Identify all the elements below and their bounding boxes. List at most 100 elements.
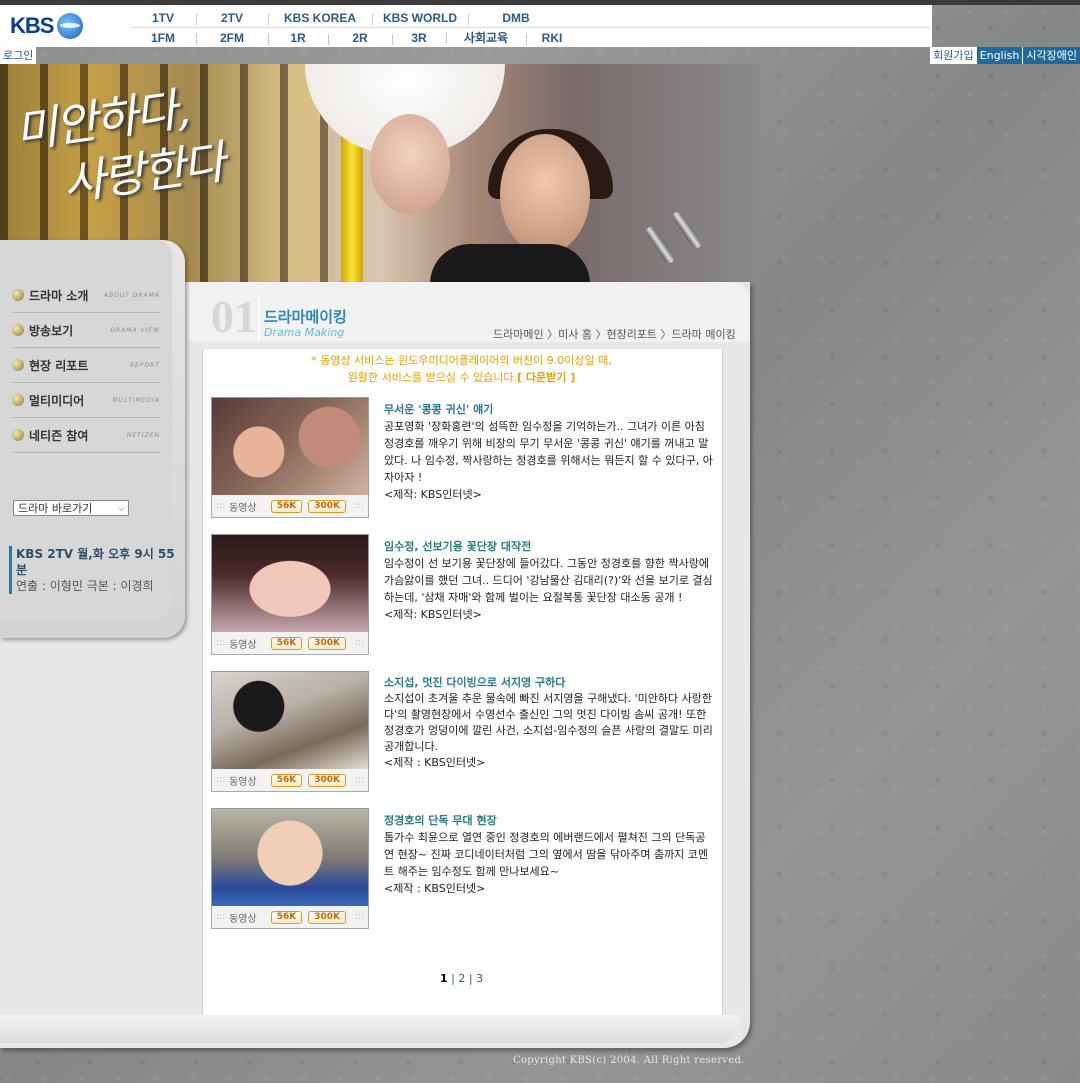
video-thumbnail[interactable] xyxy=(211,671,369,771)
page-3[interactable]: 3 xyxy=(476,972,483,985)
nav-1r[interactable]: 1R xyxy=(268,31,328,45)
banner-actor xyxy=(500,134,590,254)
nav-social-edu[interactable]: 사회교육 xyxy=(446,29,526,46)
article-credit: <제작: KBS인터넷> xyxy=(384,608,482,621)
article-body: 공포영화 '장화홍련'의 섬뜩한 임수정을 기억하는가.. 그녀가 이른 아침 … xyxy=(384,420,713,484)
article-title[interactable]: 임수정, 선보기용 꽃단장 대작전 xyxy=(384,538,714,555)
sidebar-item-label: 현장 리포트 xyxy=(29,358,89,373)
grip-icon: ::: xyxy=(216,501,226,511)
video-thumbnail[interactable] xyxy=(211,397,369,497)
page-2[interactable]: 2 xyxy=(458,972,465,985)
content-footer xyxy=(0,1015,740,1043)
grip-icon: ::: xyxy=(216,775,226,785)
drama-shortcut-select[interactable]: 드라마 바로가기 ⌵ xyxy=(13,500,129,516)
article-text: 무서운 '콩콩 귀신' 얘기 공포영화 '장화홍련'의 섬뜩한 임수정을 기억하… xyxy=(384,401,714,503)
grip-icon: ::: xyxy=(216,638,226,648)
grip-icon: ::: xyxy=(354,775,364,785)
util-links: 회원가입 English 시각장애인 xyxy=(930,47,1080,64)
nav-rki[interactable]: RKI xyxy=(526,31,578,45)
article-title[interactable]: 소지섭, 멋진 다이빙으로 서지영 구하다 xyxy=(384,675,714,691)
nav-dmb[interactable]: DMB xyxy=(468,11,564,25)
sidebar-item-en: NETIZEN xyxy=(126,431,160,439)
sidebar-item-view[interactable]: 방송보기 DRAMA VIEW xyxy=(12,313,160,348)
grip-icon: ::: xyxy=(216,912,226,922)
play-56k-button[interactable]: 56K xyxy=(270,773,303,787)
video-bar: ::: 동영상 56K 300K ::: xyxy=(211,906,369,929)
nav-kbs-world[interactable]: KBS WORLD xyxy=(372,11,468,25)
page-separator: | xyxy=(468,972,473,985)
nav-2r[interactable]: 2R xyxy=(328,31,392,45)
channel-nav-row-1: 1TV 2TV KBS KOREA KBS WORLD DMB xyxy=(130,8,930,28)
video-label: 동영상 xyxy=(229,502,257,514)
nav-2fm[interactable]: 2FM xyxy=(196,31,268,45)
nav-1tv[interactable]: 1TV xyxy=(130,11,196,25)
air-time: KBS 2TV 월,화 오후 9시 55분 xyxy=(16,547,175,577)
sidebar-item-en: MULTIMEDIA xyxy=(112,396,160,404)
notice-line-2: 원활한 서비스를 받으실 수 있습니다. xyxy=(347,371,518,384)
banner-scarf xyxy=(430,244,590,284)
accessibility-link[interactable]: 시각장애인 xyxy=(1022,47,1080,64)
bullet-dot-icon xyxy=(12,289,24,301)
page-separator: | xyxy=(451,972,455,985)
play-300k-button[interactable]: 300K xyxy=(308,910,346,924)
bullet-icon xyxy=(670,209,704,251)
article-title[interactable]: 무서운 '콩콩 귀신' 얘기 xyxy=(384,401,714,418)
banner-actress xyxy=(370,114,450,214)
english-link[interactable]: English xyxy=(976,47,1023,64)
article-credit: <제작: KBS인터넷> xyxy=(384,488,482,501)
play-300k-button[interactable]: 300K xyxy=(308,773,346,787)
login-link[interactable]: 로그인 xyxy=(0,47,37,64)
nav-3r[interactable]: 3R xyxy=(392,31,446,45)
grip-icon: ::: xyxy=(354,912,364,922)
article-credit: <제작 : KBS인터넷> xyxy=(384,882,486,895)
section-subtitle: Drama Making xyxy=(264,326,345,339)
sidebar-item-about[interactable]: 드라마 소개 ABOUT DRAMA xyxy=(12,278,160,313)
bullet-dot-icon xyxy=(12,429,24,441)
video-label: 동영상 xyxy=(229,913,257,925)
sidebar-item-label: 네티즌 참여 xyxy=(29,428,89,443)
page-1[interactable]: 1 xyxy=(440,972,448,985)
grip-icon: ::: xyxy=(354,638,364,648)
article-text: 정경호의 단독 무대 현장 톱가수 최윤으로 열연 중인 정경호의 에버랜드에서… xyxy=(384,812,714,897)
chevron-down-icon: ⌵ xyxy=(118,504,125,514)
notice-line-1: * 동영상 서비스는 윈도우미디어플레이어의 버전이 9.0이상일 때, xyxy=(311,354,612,367)
join-link[interactable]: 회원가입 xyxy=(930,47,977,64)
nav-2tv[interactable]: 2TV xyxy=(196,11,268,25)
video-label: 동영상 xyxy=(229,776,257,788)
play-56k-button[interactable]: 56K xyxy=(270,499,303,513)
bullet-dot-icon xyxy=(12,394,24,406)
player-notice: * 동영상 서비스는 윈도우미디어플레이어의 버전이 9.0이상일 때, 원활한… xyxy=(202,352,721,386)
sidebar-item-netizen[interactable]: 네티즌 참여 NETIZEN xyxy=(12,418,160,453)
play-56k-button[interactable]: 56K xyxy=(270,636,303,650)
breadcrumb[interactable]: 드라마메인 〉미사 홈 〉현장리포트 〉드라마 메이킹 xyxy=(493,326,736,342)
sidebar-item-multimedia[interactable]: 멀티미디어 MULTIMEDIA xyxy=(12,383,160,418)
video-label: 동영상 xyxy=(229,639,257,651)
sidebar-item-en: ABOUT DRAMA xyxy=(103,291,160,299)
sidebar-item-label: 방송보기 xyxy=(29,323,74,338)
nav-1fm[interactable]: 1FM xyxy=(130,31,196,45)
video-bar: ::: 동영상 56K 300K ::: xyxy=(211,495,369,518)
logo-text: KBS xyxy=(10,13,54,38)
video-thumbnail[interactable] xyxy=(211,534,369,634)
article-body: 임수정이 선 보기용 꽃단장에 들어갔다. 그동안 정경호를 향한 짝사랑에 가… xyxy=(384,557,713,604)
select-value: 드라마 바로가기 xyxy=(18,502,93,515)
sidebar-item-report[interactable]: 현장 리포트 REPORT xyxy=(12,348,160,383)
article-text: 임수정, 선보기용 꽃단장 대작전 임수정이 선 보기용 꽃단장에 들어갔다. … xyxy=(384,538,714,623)
channel-nav-row-2: 1FM 2FM 1R 2R 3R 사회교육 RKI xyxy=(130,28,930,47)
play-300k-button[interactable]: 300K xyxy=(308,499,346,513)
kbs-logo[interactable]: KBS xyxy=(10,10,100,42)
download-link[interactable]: [ 다운받기 ] xyxy=(517,371,575,384)
play-56k-button[interactable]: 56K xyxy=(270,910,303,924)
play-300k-button[interactable]: 300K xyxy=(308,636,346,650)
bullet-dot-icon xyxy=(12,359,24,371)
copyright: Copyright KBS(c) 2004. All Right reserve… xyxy=(513,1055,745,1066)
video-bar: ::: 동영상 56K 300K ::: xyxy=(211,769,369,792)
sidebar-item-label: 멀티미디어 xyxy=(29,393,85,408)
article-body: 소지섭이 초겨울 추운 물속에 빠진 서지영을 구해냈다. '미안하다 사랑한다… xyxy=(384,692,713,753)
article-title[interactable]: 정경호의 단독 무대 현장 xyxy=(384,812,714,829)
article-body: 톱가수 최윤으로 열연 중인 정경호의 에버랜드에서 펼쳐진 그의 단독공연 현… xyxy=(384,831,709,878)
video-thumbnail[interactable] xyxy=(211,808,369,908)
bullet-icon xyxy=(643,224,677,266)
article-credit: <제작 : KBS인터넷> xyxy=(384,756,486,769)
nav-kbs-korea[interactable]: KBS KOREA xyxy=(268,11,372,25)
